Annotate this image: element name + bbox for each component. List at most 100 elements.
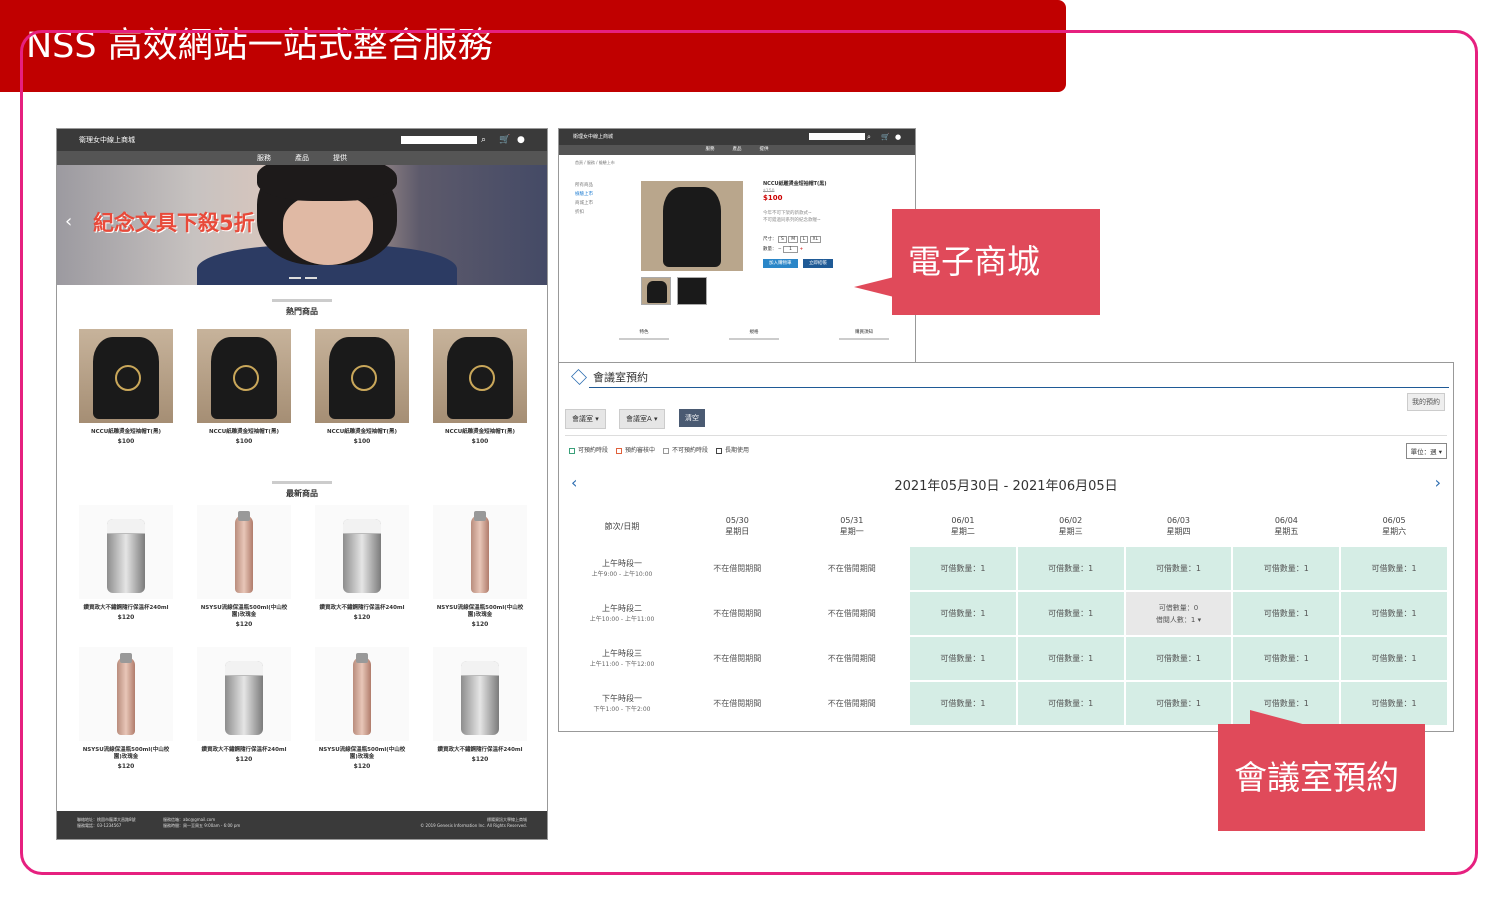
add-to-cart-button[interactable]: 加入購物車 [763, 259, 798, 268]
product-card[interactable]: 鑽資政大不鏽鋼隨行保溫杯240ml $120 [433, 647, 527, 763]
product-price: $120 [117, 763, 135, 770]
chevron-left-icon[interactable]: ‹ [65, 211, 72, 232]
search-icon[interactable]: ⌕ [481, 129, 486, 151]
nav-item-offer[interactable]: 提供 [333, 151, 347, 165]
nav-item-product[interactable]: 產品 [295, 151, 309, 165]
slot-label: 上午時段一 上午9:00 - 上午10:00 [591, 558, 653, 578]
cell-available[interactable]: 可借數量：1 [1125, 547, 1232, 590]
product-card[interactable]: NCCU紙雕燙金短袖帽T(黑) $100 [197, 329, 291, 445]
day-header: 06/03 星期四 [1166, 516, 1191, 536]
cell-unavailable: 不在借閱期間 [827, 699, 876, 708]
day-header: 05/31 星期一 [839, 516, 864, 536]
product-name: NCCU紙雕燙金短袖帽T(黑) [763, 181, 827, 187]
legend-item: 長期使用 [716, 445, 749, 454]
product-card[interactable]: NCCU紙雕燙金短袖帽T(黑) $100 [433, 329, 527, 445]
cell-booked[interactable]: 可借數量：0 借閱人數：1 ▾ [1125, 592, 1232, 635]
product-price: $120 [353, 614, 371, 621]
footer-copyright: © 2019 Genesis Information Inc. All Righ… [420, 823, 527, 828]
sidebar-item-active[interactable]: 檢驗上市 [575, 190, 593, 199]
category-sidebar: 所有商品 檢驗上市 商城上市 折扣 [575, 181, 593, 217]
cell-available[interactable]: 可借數量：1 [1017, 547, 1124, 590]
cell-available[interactable]: 可借數量：1 [1341, 682, 1447, 725]
day-header: 06/02 星期三 [1058, 516, 1083, 536]
product-card[interactable]: NCCU紙雕燙金短袖帽T(黑) $100 [315, 329, 409, 445]
size-option[interactable]: L [799, 236, 809, 243]
product-price: $120 [235, 621, 253, 628]
product-name: NCCU紙雕燙金短袖帽T(黑) [445, 429, 515, 435]
tab-features[interactable]: 特色 [619, 329, 669, 340]
product-price: $100 [763, 194, 783, 202]
cell-available[interactable]: 可借數量：1 [1341, 637, 1447, 680]
carousel-dots[interactable] [289, 277, 317, 279]
product-card[interactable]: NSYSU流線保溫瓶500ml(中山校園)玫瑰金 $120 [79, 647, 173, 770]
nav-item-service[interactable]: 服務 [257, 151, 271, 165]
sidebar-item[interactable]: 折扣 [575, 208, 593, 217]
buy-now-button[interactable]: 立即結帳 [802, 259, 833, 268]
product-card[interactable]: 鑽資政大不鏽鋼隨行保溫杯240ml $120 [315, 505, 409, 621]
product-name: 鑽資政大不鏽鋼隨行保溫杯240ml [319, 605, 405, 611]
nav-item-service[interactable]: 服務 [706, 145, 715, 155]
cell-available[interactable]: 可借數量：1 [910, 547, 1016, 590]
product-name: NSYSU流線保溫瓶500ml(中山校園)玫瑰金 [200, 605, 288, 618]
cell-available[interactable]: 可借數量：1 [1017, 682, 1124, 725]
search-icon[interactable]: ⌕ [867, 129, 871, 145]
product-card[interactable]: NSYSU流線保溫瓶500ml(中山校園)玫瑰金 $120 [433, 505, 527, 628]
cell-available[interactable]: 可借數量：1 [1233, 637, 1340, 680]
detail-tabs: 特色 規格 購買須知 [619, 329, 889, 340]
sidebar-item[interactable]: 所有商品 [575, 181, 593, 190]
select-value: 會議室A [626, 415, 652, 423]
product-thumbnail[interactable] [677, 277, 707, 305]
cell-available[interactable]: 可借數量：1 [910, 637, 1016, 680]
unit-select[interactable]: 單位：週 ▾ [1405, 443, 1447, 459]
room-select[interactable]: 會議室A ▾ [619, 409, 665, 429]
cell-available[interactable]: 可借數量：1 [910, 592, 1016, 635]
cell-unavailable: 不在借閱期間 [827, 654, 876, 663]
cell-available[interactable]: 可借數量：1 [1017, 592, 1124, 635]
slot-row: 下午時段一 下午1:00 - 下午2:00 不在借閱期間 不在借閱期間 可借數量：… [565, 682, 1447, 725]
search-input[interactable] [809, 133, 865, 140]
product-card[interactable]: 鑽資政大不鏽鋼隨行保溫杯240ml $120 [197, 647, 291, 763]
search-input[interactable] [401, 136, 477, 144]
booking-logo-icon [571, 369, 587, 385]
room-header: 會議室預約 [571, 369, 648, 385]
cell-available[interactable]: 可借數量：1 [1341, 547, 1447, 590]
nav-item-product[interactable]: 產品 [733, 145, 742, 155]
cell-available[interactable]: 可借數量：1 [910, 682, 1016, 725]
slot-row: 上午時段一 上午9:00 - 上午10:00 不在借閱期間 不在借閱期間 可借數量… [565, 547, 1447, 590]
day-header: 05/30 星期日 [725, 516, 750, 536]
product-card[interactable]: 鑽資政大不鏽鋼隨行保溫杯240ml $120 [79, 505, 173, 621]
qty-input[interactable]: 1 [783, 246, 799, 253]
cell-available[interactable]: 可借數量：1 [1017, 637, 1124, 680]
banner-photo-bangs [257, 165, 397, 201]
product-card[interactable]: NSYSU流線保溫瓶500ml(中山校園)玫瑰金 $120 [197, 505, 291, 628]
cell-available[interactable]: 可借數量：1 [1341, 592, 1447, 635]
cell-available[interactable]: 可借數量：1 [1125, 682, 1232, 725]
size-option[interactable]: M [788, 236, 799, 243]
hero-banner[interactable]: ‹ 紀念文具下殺5折 [57, 165, 547, 285]
tab-specs[interactable]: 規格 [729, 329, 779, 340]
chevron-right-icon[interactable]: › [1435, 473, 1441, 492]
cell-available[interactable]: 可借數量：1 [1233, 592, 1340, 635]
cell-available[interactable]: 可借數量：1 [1233, 547, 1340, 590]
my-booking-button[interactable]: 我的預約 [1407, 393, 1445, 411]
cell-available[interactable]: 可借數量：1 [1125, 637, 1232, 680]
user-icon[interactable]: ● [517, 129, 525, 151]
user-icon[interactable]: ● [895, 129, 901, 145]
product-card[interactable]: NCCU紙雕燙金短袖帽T(黑) $100 [79, 329, 173, 445]
quantity-stepper[interactable]: 數量： − 1 + [763, 246, 837, 253]
day-header: 06/01 星期二 [950, 516, 975, 536]
legend-item: 可預約時段 [569, 445, 608, 454]
product-price: $120 [235, 756, 253, 763]
product-card[interactable]: NSYSU流線保溫瓶500ml(中山校園)玫瑰金 $120 [315, 647, 409, 770]
product-thumbnail[interactable] [641, 277, 671, 305]
clear-button[interactable]: 清空 [679, 409, 705, 427]
tab-notice[interactable]: 購買須知 [839, 329, 889, 340]
size-option[interactable]: S [777, 236, 787, 243]
cart-icon[interactable]: 🛒 [499, 129, 510, 151]
sidebar-item[interactable]: 商城上市 [575, 199, 593, 208]
room-type-select[interactable]: 會議室 ▾ [565, 409, 606, 429]
nav-item-offer[interactable]: 提供 [760, 145, 769, 155]
size-label: 尺寸： [763, 237, 777, 242]
cart-icon[interactable]: 🛒 [881, 129, 890, 145]
size-option[interactable]: XL [809, 236, 822, 243]
